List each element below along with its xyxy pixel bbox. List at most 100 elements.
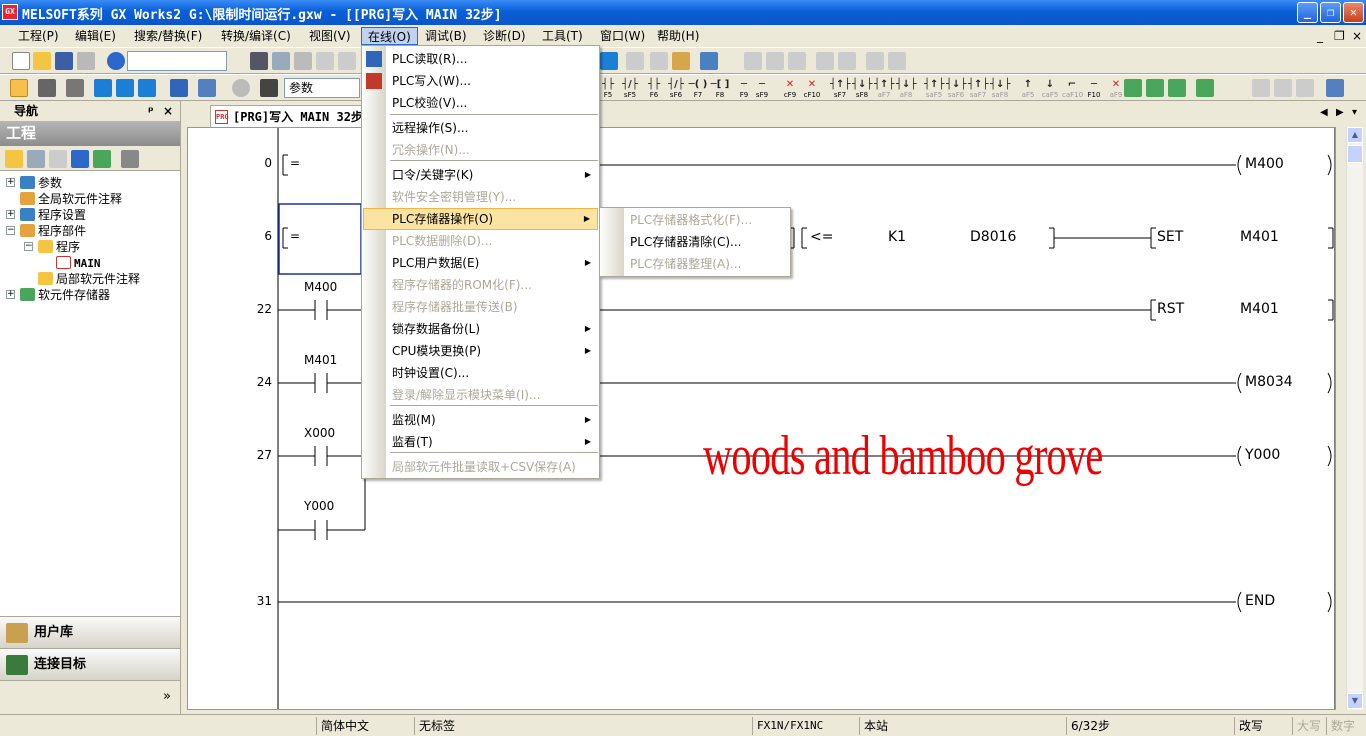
function-key-button[interactable]: ┤/├ sF5 <box>620 78 640 100</box>
online-menu-item[interactable]: PLC写入(W)... <box>363 70 598 92</box>
function-key-button[interactable]: ┤↑├ saF5 <box>924 78 944 100</box>
tree-item[interactable]: MAIN <box>56 255 101 271</box>
monitor-start-icon[interactable] <box>650 52 668 70</box>
help-icon-2[interactable] <box>232 79 250 97</box>
menu-help[interactable]: 帮助(H) <box>651 27 705 45</box>
function-key-button[interactable]: ─[ ] F8 <box>710 78 730 100</box>
copy-icon[interactable] <box>272 52 290 70</box>
close-button[interactable]: ✕ <box>1343 2 1364 23</box>
print-icon[interactable] <box>77 52 95 70</box>
online-menu-item[interactable]: PLC校验(V)... <box>363 92 598 114</box>
filter-icon[interactable] <box>121 150 139 168</box>
ladder-edit-icon-7[interactable] <box>888 52 906 70</box>
tab-list-icon[interactable]: ▾ <box>1352 107 1357 118</box>
nav-section-user-library[interactable]: 用户库 <box>0 616 180 648</box>
save-icon[interactable] <box>55 52 73 70</box>
set-instruction[interactable]: SET <box>1157 229 1183 245</box>
tab-main-program[interactable]: PRG [PRG]写入 MAIN 32步 <box>210 105 362 127</box>
restore-button[interactable]: ❐ <box>1320 2 1341 23</box>
instruction-target[interactable]: M401 <box>1240 229 1279 245</box>
options-icon[interactable] <box>1326 79 1344 97</box>
contact-label[interactable]: M400 <box>304 280 337 294</box>
function-key-button[interactable]: ─ F9 <box>734 78 754 100</box>
scroll-thumb[interactable] <box>1347 145 1363 163</box>
tab-scroll-right-icon[interactable]: ▶ <box>1336 107 1344 118</box>
online-menu-item[interactable]: PLC读取(R)... <box>363 48 598 70</box>
device-combo[interactable] <box>127 51 227 71</box>
function-key-button[interactable]: ⌐ caF10 <box>1062 78 1083 100</box>
undo-icon[interactable] <box>316 52 334 70</box>
online-menu-item[interactable]: 监视(M) ▶ <box>363 409 598 431</box>
tree-expander[interactable]: + <box>6 210 15 219</box>
pin-icon[interactable]: ᵖ <box>148 101 154 121</box>
tree-item[interactable]: 软元件存储器 <box>20 287 110 303</box>
write-monitor-icon[interactable] <box>672 52 690 70</box>
module-icon[interactable] <box>38 79 56 97</box>
coil-operand[interactable]: M400 <box>1245 156 1284 172</box>
more-sections-button[interactable]: » <box>163 689 171 704</box>
nav-section-connection[interactable]: 连接目标 <box>0 648 180 680</box>
compare-instruction[interactable]: = <box>290 156 300 170</box>
new-file-icon[interactable] <box>12 52 30 70</box>
rst-instruction[interactable]: RST <box>1157 301 1184 317</box>
function-key-button[interactable]: ┤├ F5 <box>598 78 618 100</box>
minimize-button[interactable]: _ <box>1297 2 1318 23</box>
function-key-button[interactable]: ┤↓├ aF8 <box>896 78 916 100</box>
scroll-up-icon[interactable]: ▲ <box>1347 127 1363 143</box>
ladder-edit-icon[interactable] <box>744 52 762 70</box>
contact-label[interactable]: M401 <box>304 353 337 367</box>
new-item-icon[interactable] <box>5 150 23 168</box>
tree-expander[interactable]: + <box>6 290 15 299</box>
function-key-button[interactable]: ─ F10 <box>1084 78 1104 100</box>
tree-item[interactable]: 程序设置 <box>20 207 86 223</box>
menu-edit[interactable]: 编辑(E) <box>69 27 122 45</box>
open-folder-icon[interactable] <box>33 52 51 70</box>
compile-icon[interactable] <box>1196 79 1214 97</box>
mdi-restore-button[interactable]: ❐ <box>1334 29 1345 43</box>
coil-operand[interactable]: Y000 <box>1245 447 1280 463</box>
instruction-target[interactable]: M401 <box>1240 301 1279 317</box>
menu-project[interactable]: 工程(P) <box>12 27 65 45</box>
editor-vertical-scrollbar[interactable]: ▲ ▼ <box>1346 127 1363 710</box>
menu-online[interactable]: 在线(O) <box>361 27 418 45</box>
tree-item[interactable]: 全局软元件注释 <box>20 191 122 207</box>
ladder-edit-icon-2[interactable] <box>766 52 784 70</box>
menu-diagnostics[interactable]: 诊断(D) <box>477 27 532 45</box>
convert-icon[interactable] <box>1124 79 1142 97</box>
help-icon[interactable] <box>107 52 125 70</box>
function-key-button[interactable]: ┤↑├ aF7 <box>874 78 894 100</box>
function-key-button[interactable]: ┤↓├ saF8 <box>990 78 1010 100</box>
function-key-button[interactable]: ↑ aF5 <box>1018 78 1038 100</box>
nav-close-button[interactable]: × <box>163 101 173 121</box>
scroll-down-icon[interactable]: ▼ <box>1347 693 1363 709</box>
tree-expander[interactable]: − <box>24 242 33 251</box>
property-icon[interactable] <box>71 150 89 168</box>
function-key-button[interactable]: ✕ cF10 <box>802 78 822 100</box>
function-key-button[interactable]: ┤↑├ sF7 <box>830 78 850 100</box>
contact-label[interactable]: Y000 <box>304 499 334 513</box>
find-device-icon[interactable] <box>198 79 216 97</box>
eye-icon[interactable] <box>170 79 188 97</box>
convert-all-icon[interactable] <box>1146 79 1164 97</box>
tab-scroll-left-icon[interactable]: ◀ <box>1320 107 1328 118</box>
convert-online-icon[interactable] <box>1168 79 1186 97</box>
function-key-button[interactable]: ✕ cF9 <box>780 78 800 100</box>
dev-icon-4[interactable] <box>138 79 156 97</box>
compare-instruction[interactable]: = <box>290 229 300 243</box>
menu-window[interactable]: 窗口(W) <box>594 27 651 45</box>
tree-expander[interactable]: + <box>6 178 15 187</box>
redo-icon[interactable] <box>338 52 356 70</box>
paste-item-icon[interactable] <box>49 150 67 168</box>
tree-item[interactable]: 局部软元件注释 <box>38 271 140 287</box>
online-menu-item[interactable]: 远程操作(S)... <box>363 117 598 139</box>
compare-operand-1[interactable]: K1 <box>888 229 906 245</box>
paste-icon[interactable] <box>294 52 312 70</box>
online-menu-item[interactable]: 口令/关键字(K) ▶ <box>363 164 598 186</box>
tree-item[interactable]: 程序 <box>38 239 80 255</box>
ladder-edit-icon-4[interactable] <box>816 52 834 70</box>
dev-icon-2[interactable] <box>94 79 112 97</box>
app-icon[interactable]: GX <box>2 4 18 20</box>
contact-label[interactable]: X000 <box>304 426 335 440</box>
mdi-close-button[interactable]: × <box>1352 29 1362 43</box>
dev-icon[interactable] <box>600 52 618 70</box>
